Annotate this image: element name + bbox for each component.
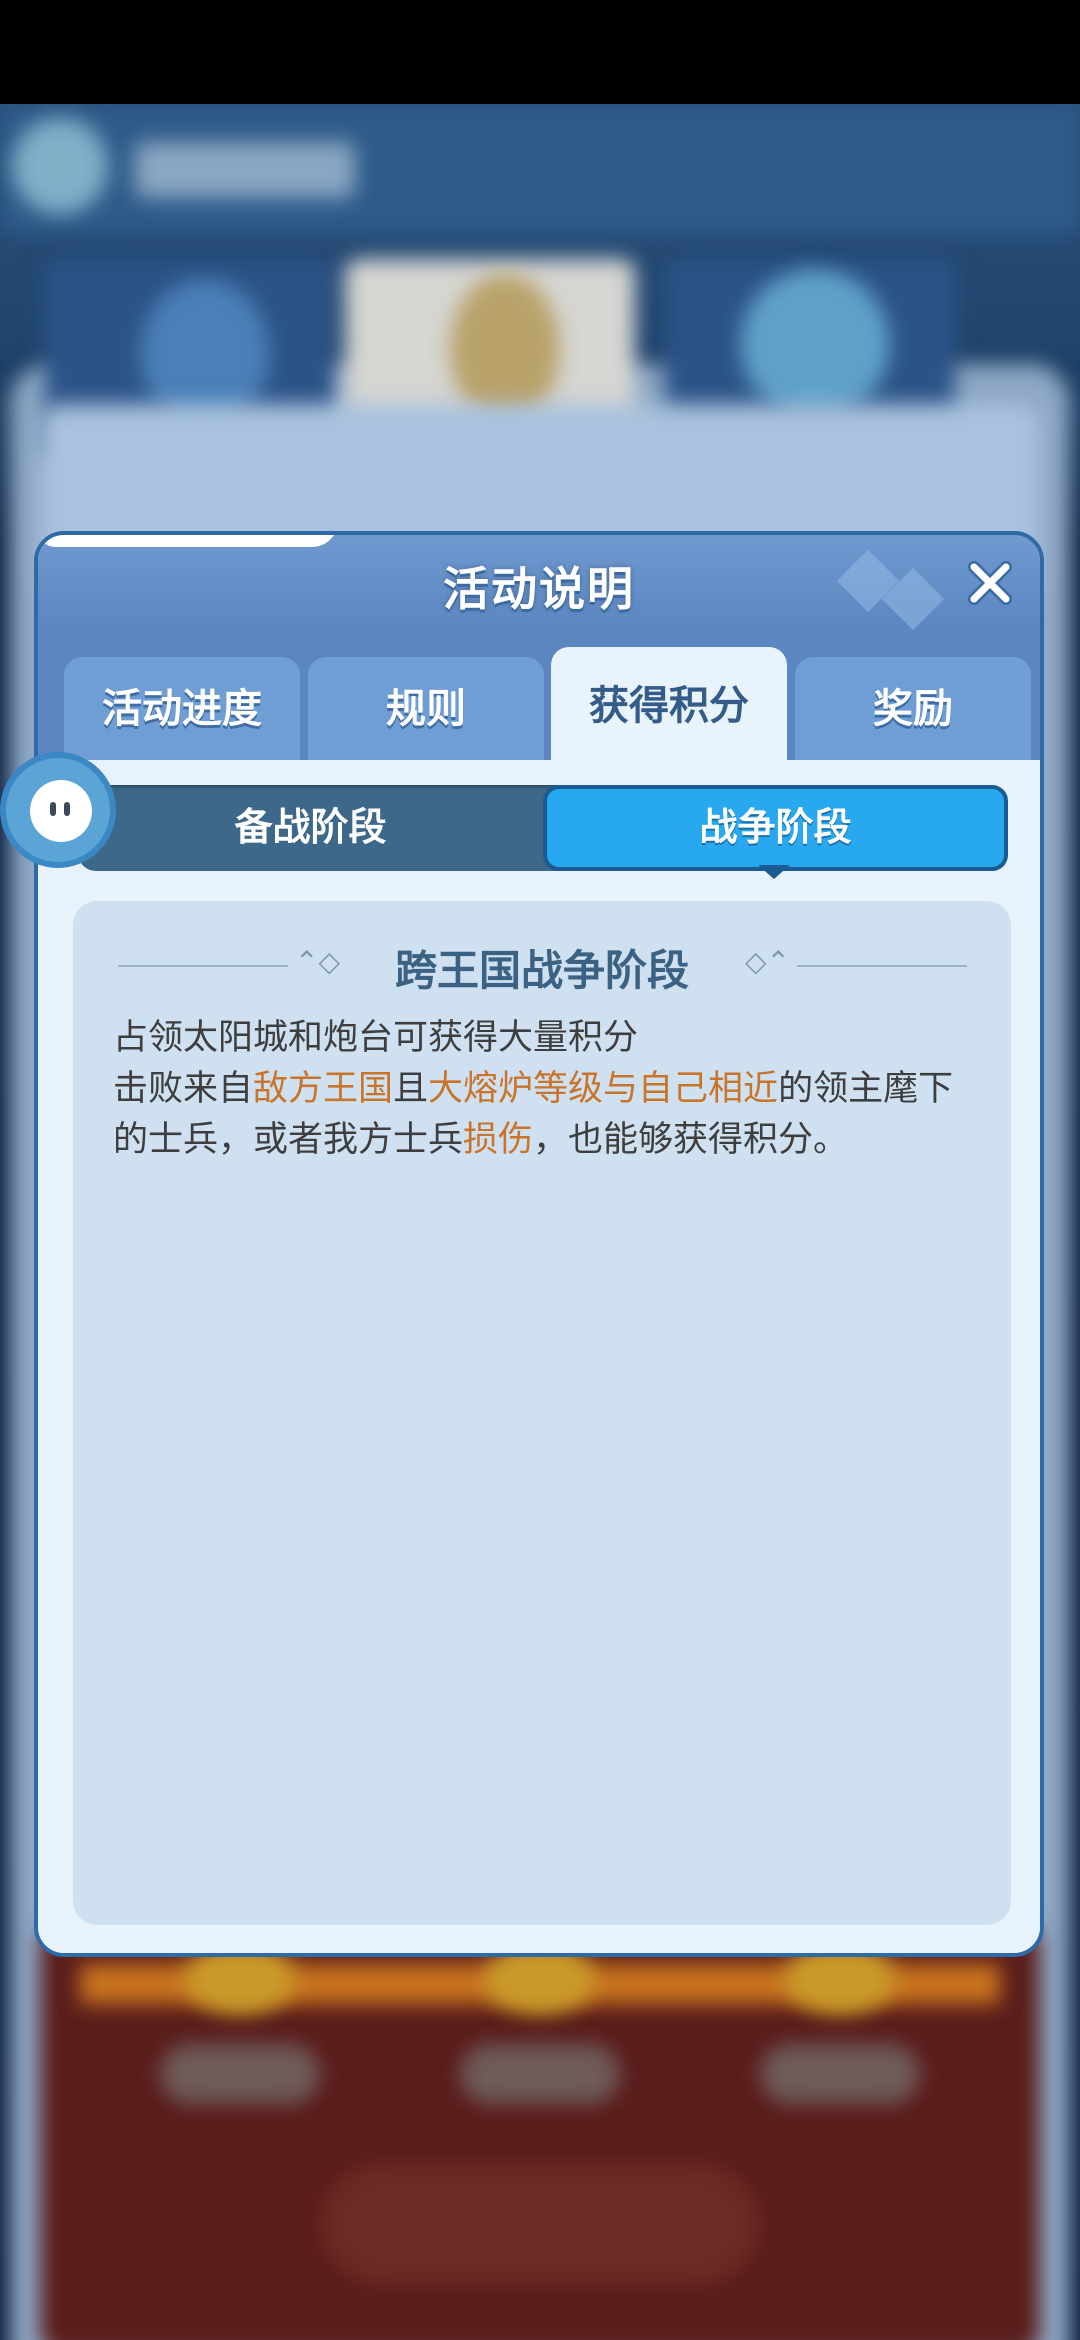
text-segment: ，也能够获得积分。 bbox=[533, 1120, 849, 1160]
rule-line-2: 击败来自敌方王国且大熔炉等级与自己相近的领主麾下的士兵，或者我方士兵损伤，也能够… bbox=[113, 1064, 983, 1166]
snow-decoration bbox=[38, 535, 338, 547]
background-label bbox=[160, 2044, 320, 2104]
background-button bbox=[320, 2164, 760, 2284]
tab-activity-progress[interactable]: 活动进度 bbox=[64, 657, 300, 767]
assistant-mascot-button[interactable] bbox=[0, 752, 116, 868]
highlight-damage: 损伤 bbox=[463, 1120, 534, 1160]
text-segment: 击败来自 bbox=[113, 1069, 254, 1109]
prep-phase-button[interactable]: 备战阶段 bbox=[78, 785, 543, 871]
background-avatar bbox=[12, 118, 108, 214]
tab-rules[interactable]: 规则 bbox=[308, 657, 544, 767]
heading-ornament-right bbox=[797, 965, 967, 967]
section-heading: 跨王国战争阶段 bbox=[394, 946, 689, 995]
ornament-right-icon: ◇⌃ bbox=[745, 945, 790, 978]
rule-line-1: 占领太阳城和炮台可获得大量积分 bbox=[113, 1018, 639, 1058]
background-hero-figure bbox=[740, 269, 890, 419]
assistant-mascot-icon bbox=[30, 780, 92, 842]
background-label bbox=[760, 2044, 920, 2104]
close-button[interactable] bbox=[962, 555, 1018, 611]
phase-toggle: 备战阶段 战争阶段 bbox=[78, 785, 1008, 871]
close-icon bbox=[968, 561, 1012, 605]
highlight-enemy-kingdom: 敌方王国 bbox=[253, 1069, 394, 1109]
dialog-titlebar: 活动说明 bbox=[38, 535, 1040, 633]
background-hero-figure bbox=[450, 274, 560, 424]
mascot-eye bbox=[50, 802, 56, 816]
selected-pointer bbox=[758, 865, 790, 879]
content-card: ⌃◇ 跨王国战争阶段 ◇⌃ 占领太阳城和炮台可获得大量积分 击败来自敌方王国且大… bbox=[73, 901, 1011, 1925]
background-label bbox=[460, 2044, 620, 2104]
tab-earn-points[interactable]: 获得积分 bbox=[551, 647, 787, 767]
mascot-eye bbox=[64, 802, 70, 816]
tab-rewards[interactable]: 奖励 bbox=[795, 657, 1031, 767]
rules-text: 占领太阳城和炮台可获得大量积分 击败来自敌方王国且大熔炉等级与自己相近的领主麾下… bbox=[113, 1013, 983, 1166]
status-bar bbox=[0, 0, 1080, 104]
background-title bbox=[135, 142, 355, 198]
highlight-furnace-level: 大熔炉等级与自己相近 bbox=[428, 1069, 779, 1109]
dialog-title: 活动说明 bbox=[443, 562, 635, 616]
war-phase-button[interactable]: 战争阶段 bbox=[543, 785, 1008, 871]
activity-info-dialog: 活动说明 活动进度 规则 获得积分 奖励 备战阶段 战争阶段 ⌃◇ 跨王国战争阶… bbox=[34, 531, 1044, 1957]
text-segment: 且 bbox=[393, 1069, 429, 1109]
